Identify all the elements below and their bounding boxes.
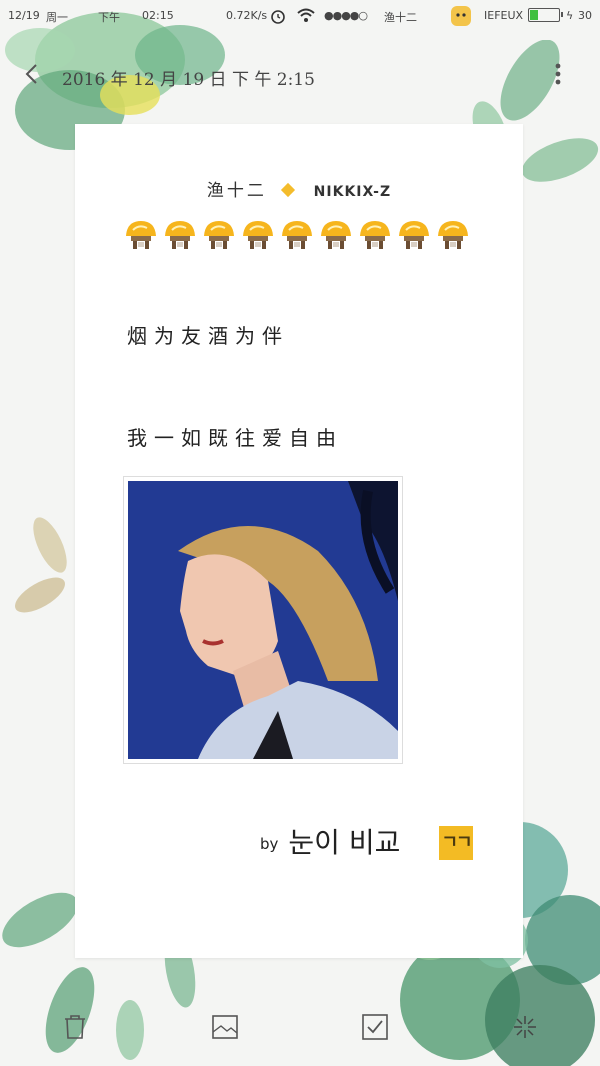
alarm-icon: [271, 10, 285, 24]
note-line-2: 我一如既往爱自由: [127, 426, 343, 450]
photo-frame[interactable]: [123, 476, 403, 764]
status-carrier: 渔十二: [384, 11, 417, 24]
note-date-title: 2016 年 12 月 19 日 下 午 2:15: [62, 70, 315, 90]
signature-name: 눈이 비교: [288, 826, 401, 859]
status-speed: 0.72K/s: [226, 9, 268, 22]
signature-by: by: [260, 835, 279, 853]
note-line-1: 烟为友酒为伴: [127, 324, 289, 348]
duck-emoji-icon: [165, 221, 195, 249]
chevron-left-icon[interactable]: [20, 62, 44, 86]
image-icon[interactable]: [210, 1012, 240, 1042]
face-avatar-icon: [451, 6, 471, 26]
note-header: 2016 年 12 月 19 日 下 午 2:15: [0, 50, 600, 100]
author-cn: 渔十二: [206, 181, 267, 201]
duck-emoji-icon: [360, 221, 390, 249]
signature-badge: ㄱㄱ: [439, 826, 473, 860]
author-en: NIKKIX-Z: [313, 184, 392, 200]
duck-emoji-icon: [126, 221, 156, 249]
status-time: 02:15: [142, 9, 174, 22]
duck-emoji-icon: [321, 221, 351, 249]
charging-icon: ϟ: [566, 9, 574, 22]
duck-emoji-icon: [282, 221, 312, 249]
duck-emoji-icon: [243, 221, 273, 249]
battery-indicator: [528, 8, 563, 22]
status-weekday: 周一: [46, 11, 68, 24]
emoji-row: [123, 218, 483, 252]
status-bar: 12/19 周一 下午 02:15 0.72K/s ●●●●○ 渔十二 IEFE…: [0, 0, 600, 32]
leaf-decoration-left: [15, 517, 67, 613]
author-line: 渔十二 NIKKIX-Z: [75, 176, 523, 201]
portrait-photo: [128, 481, 398, 759]
diamond-icon: [281, 182, 296, 198]
status-ampm: 下午: [98, 11, 120, 24]
vertical-dots-icon[interactable]: [548, 60, 568, 88]
wifi-icon: [297, 8, 315, 22]
battery-level: 30: [578, 9, 592, 22]
star-burst-icon[interactable]: [510, 1012, 540, 1042]
status-network: IEFEUX: [484, 9, 524, 22]
duck-emoji-icon: [399, 221, 429, 249]
signal-strength-icon: ●●●●○: [324, 9, 368, 22]
signature: by 눈이 비교: [260, 821, 400, 861]
duck-emoji-icon: [438, 221, 468, 249]
duck-emoji-icon: [204, 221, 234, 249]
trash-icon[interactable]: [60, 1012, 90, 1042]
checkbox-icon[interactable]: [360, 1012, 390, 1042]
status-date: 12/19: [8, 9, 40, 22]
note-card[interactable]: 渔十二 NIKKIX-Z 烟为友酒为伴 我一如既往爱自由 by 눈이 비교 ㄱㄱ: [75, 124, 523, 958]
bottom-toolbar: [0, 1000, 600, 1060]
